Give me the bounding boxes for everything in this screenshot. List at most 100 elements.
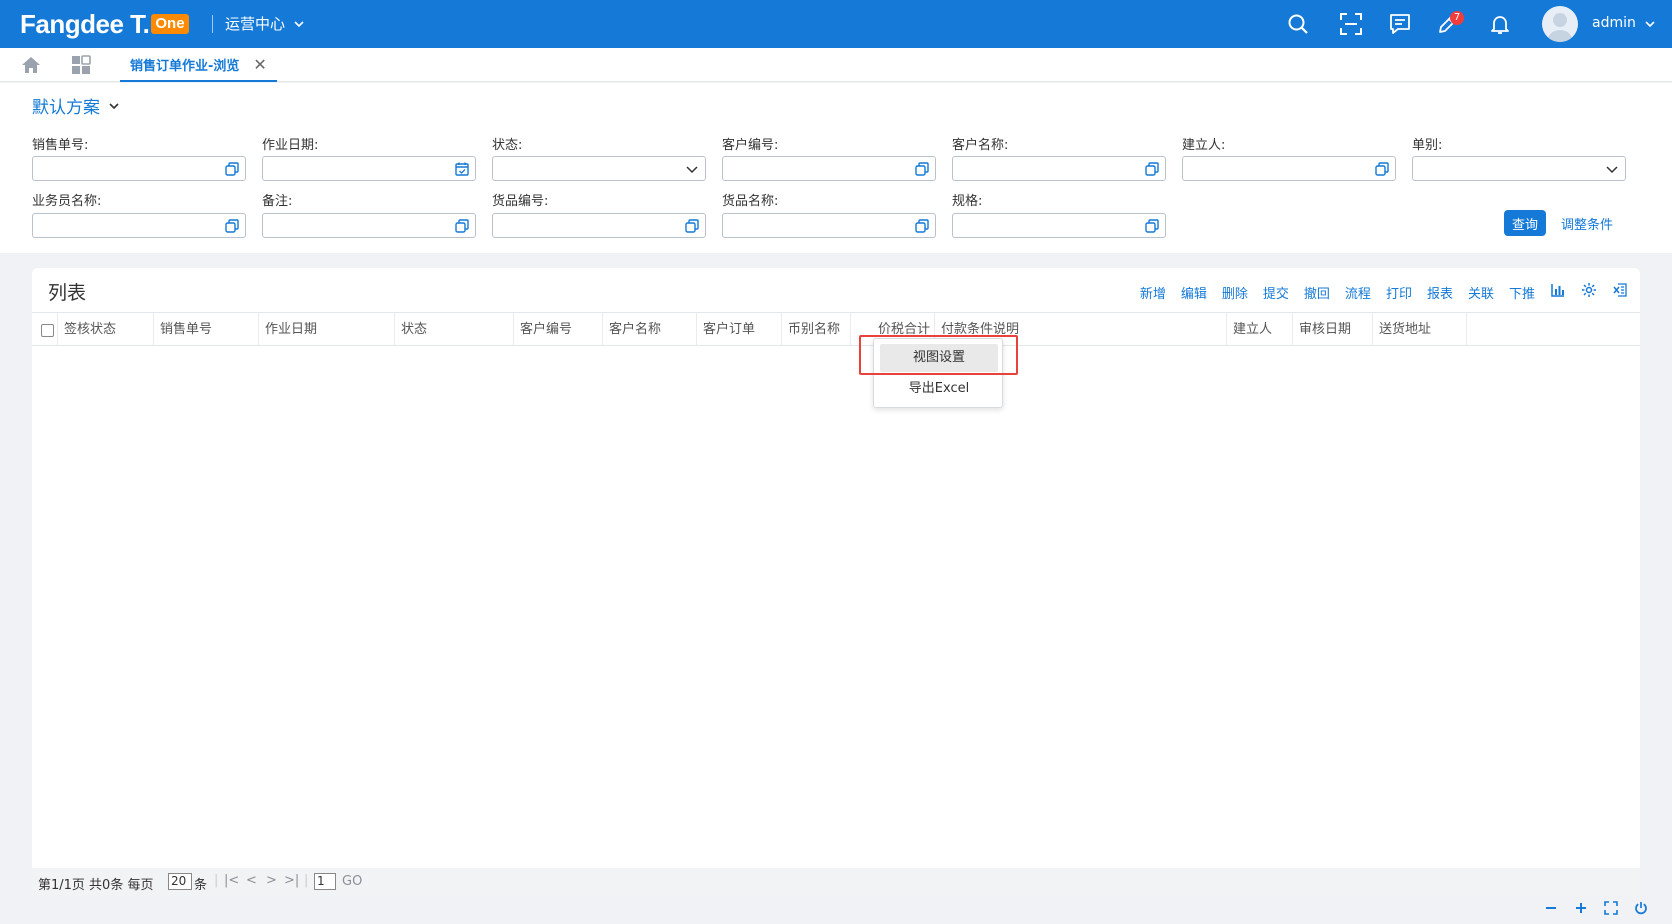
- report-button[interactable]: 报表: [1427, 283, 1453, 302]
- col-header-creator[interactable]: 建立人: [1227, 313, 1293, 346]
- query-button[interactable]: 查询: [1504, 210, 1546, 236]
- label-sales-no: 销售单号:: [32, 138, 89, 153]
- col-header-audit-date[interactable]: 审核日期: [1293, 313, 1373, 346]
- item-no-input[interactable]: [492, 213, 706, 238]
- center-menu-label: 运营中心: [225, 15, 286, 33]
- bar-chart-icon[interactable]: [1550, 282, 1566, 302]
- search-icon[interactable]: [1282, 8, 1314, 40]
- col-header-customer-no[interactable]: 客户编号: [514, 313, 603, 346]
- list-toolbar: 新增 编辑 删除 提交 撤回 流程 打印 报表 关联 下推: [1140, 282, 1628, 302]
- related-button[interactable]: 关联: [1468, 283, 1494, 302]
- first-page-icon[interactable]: |<: [224, 873, 239, 888]
- push-down-button[interactable]: 下推: [1509, 283, 1535, 302]
- creator-input[interactable]: [1182, 156, 1396, 181]
- edit-task-icon[interactable]: 7: [1432, 8, 1464, 40]
- status-select[interactable]: [492, 156, 706, 181]
- select-all-cell: [32, 313, 58, 346]
- zoom-in-icon[interactable]: [1570, 897, 1592, 919]
- last-page-icon[interactable]: >|: [284, 873, 299, 888]
- fullscreen-icon[interactable]: [1600, 897, 1622, 919]
- scheme-label: 默认方案: [32, 98, 100, 118]
- app-grid-icon[interactable]: [70, 54, 92, 80]
- lookup-icon[interactable]: [224, 218, 240, 234]
- col-header-customer-name[interactable]: 客户名称: [603, 313, 697, 346]
- scan-icon[interactable]: [1335, 8, 1367, 40]
- customer-name-input[interactable]: [952, 156, 1166, 181]
- label-spec: 规格:: [952, 194, 983, 209]
- tab-sales-order-browse[interactable]: 销售订单作业-浏览 ✕: [120, 48, 277, 82]
- withdraw-button[interactable]: 撤回: [1304, 283, 1330, 302]
- page-number-input[interactable]: 1: [314, 873, 336, 890]
- chevron-down-icon: [686, 166, 698, 174]
- chevron-down-icon: [294, 20, 304, 27]
- power-icon[interactable]: [1630, 897, 1652, 919]
- doc-type-select[interactable]: [1412, 156, 1626, 181]
- column-context-menu: 视图设置 导出Excel: [873, 338, 1003, 408]
- bell-icon[interactable]: [1484, 8, 1516, 40]
- lookup-icon[interactable]: [224, 161, 240, 177]
- task-badge: 7: [1450, 11, 1464, 25]
- logo-badge: One: [151, 14, 189, 34]
- lookup-icon[interactable]: [684, 218, 700, 234]
- avatar[interactable]: [1542, 6, 1578, 42]
- view-settings-menu-item[interactable]: 视图设置: [880, 344, 998, 372]
- delete-button[interactable]: 删除: [1222, 283, 1248, 302]
- center-menu[interactable]: 运营中心: [225, 13, 305, 34]
- message-icon[interactable]: [1384, 8, 1416, 40]
- workflow-button[interactable]: 流程: [1345, 283, 1371, 302]
- salesperson-input[interactable]: [32, 213, 246, 238]
- export-excel-icon[interactable]: [1612, 282, 1628, 302]
- lookup-icon[interactable]: [1144, 218, 1160, 234]
- lookup-icon[interactable]: [454, 218, 470, 234]
- col-header-currency[interactable]: 币别名称: [782, 313, 851, 346]
- pager-divider: |: [304, 873, 309, 888]
- label-creator: 建立人:: [1182, 138, 1226, 153]
- home-icon[interactable]: [20, 54, 42, 80]
- pager: 第1/1页 共0条 每页 20 条 | |< < > >| | 1 GO: [32, 868, 1640, 896]
- tab-bar: 销售订单作业-浏览 ✕: [0, 48, 1672, 82]
- go-button[interactable]: GO: [342, 874, 362, 889]
- label-doc-type: 单别:: [1412, 138, 1443, 153]
- list-panel: 列表 新增 编辑 删除 提交 撤回 流程 打印 报表 关联 下推 签核状态 销售…: [32, 268, 1640, 896]
- col-header-customer-order[interactable]: 客户订单: [697, 313, 782, 346]
- next-page-icon[interactable]: >: [266, 873, 277, 888]
- label-customer-no: 客户编号:: [722, 138, 779, 153]
- lookup-icon[interactable]: [914, 218, 930, 234]
- calendar-icon[interactable]: [454, 161, 470, 177]
- label-remark: 备注:: [262, 194, 293, 209]
- export-excel-menu-item[interactable]: 导出Excel: [880, 375, 998, 403]
- sales-no-input[interactable]: [32, 156, 246, 181]
- divider: [212, 15, 213, 33]
- customer-no-input[interactable]: [722, 156, 936, 181]
- select-all-checkbox[interactable]: [41, 324, 54, 337]
- col-header-delivery-address[interactable]: 送货地址: [1373, 313, 1467, 346]
- spec-input[interactable]: [952, 213, 1166, 238]
- col-header-sales-no[interactable]: 销售单号: [154, 313, 259, 346]
- col-header-signoff-status[interactable]: 签核状态: [58, 313, 154, 346]
- minimize-icon[interactable]: [1540, 897, 1562, 919]
- lookup-icon[interactable]: [914, 161, 930, 177]
- chevron-down-icon: [109, 102, 119, 109]
- remark-input[interactable]: [262, 213, 476, 238]
- adjust-conditions-button[interactable]: 调整条件: [1561, 214, 1613, 233]
- col-header-status[interactable]: 状态: [395, 313, 514, 346]
- submit-button[interactable]: 提交: [1263, 283, 1289, 302]
- gear-icon[interactable]: [1581, 282, 1597, 302]
- print-button[interactable]: 打印: [1386, 283, 1412, 302]
- lookup-icon[interactable]: [1144, 161, 1160, 177]
- add-button[interactable]: 新增: [1140, 283, 1166, 302]
- edit-button[interactable]: 编辑: [1181, 283, 1207, 302]
- col-header-work-date[interactable]: 作业日期: [259, 313, 395, 346]
- chevron-down-icon[interactable]: [1644, 14, 1656, 34]
- prev-page-icon[interactable]: <: [246, 873, 257, 888]
- filter-panel: 默认方案 销售单号: 作业日期: 状态: 客户编号: 客户名称: 建立人: 单别…: [0, 83, 1672, 253]
- work-date-input[interactable]: [262, 156, 476, 181]
- page-size-input[interactable]: 20: [168, 873, 192, 890]
- lookup-icon[interactable]: [1374, 161, 1390, 177]
- scheme-selector[interactable]: 默认方案: [32, 93, 120, 118]
- item-name-input[interactable]: [722, 213, 936, 238]
- tab-label: 销售订单作业-浏览: [130, 58, 240, 74]
- label-customer-name: 客户名称:: [952, 138, 1009, 153]
- user-name[interactable]: admin: [1592, 15, 1636, 31]
- close-icon[interactable]: ✕: [253, 55, 266, 74]
